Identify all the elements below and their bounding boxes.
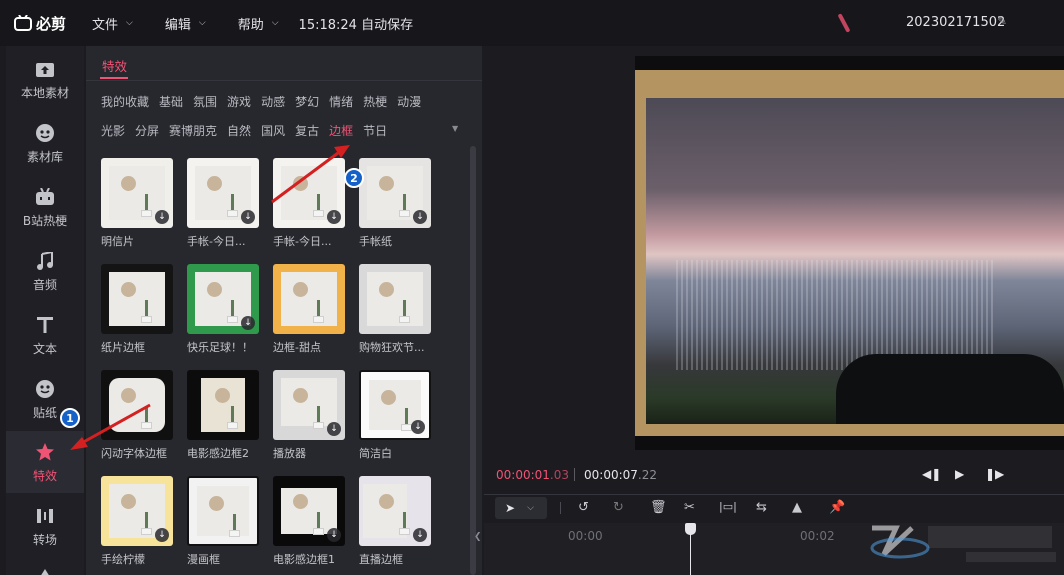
annotation-arrow-2 bbox=[271, 151, 339, 204]
annotation-arrowhead-1 bbox=[70, 437, 88, 450]
annotation-badge-2: 2 bbox=[344, 168, 364, 188]
annotation-badge-1: 1 bbox=[60, 408, 80, 428]
annotation-arrow-1 bbox=[79, 403, 151, 446]
watermark-logo bbox=[870, 525, 1056, 562]
annotation-arrows bbox=[70, 145, 350, 450]
